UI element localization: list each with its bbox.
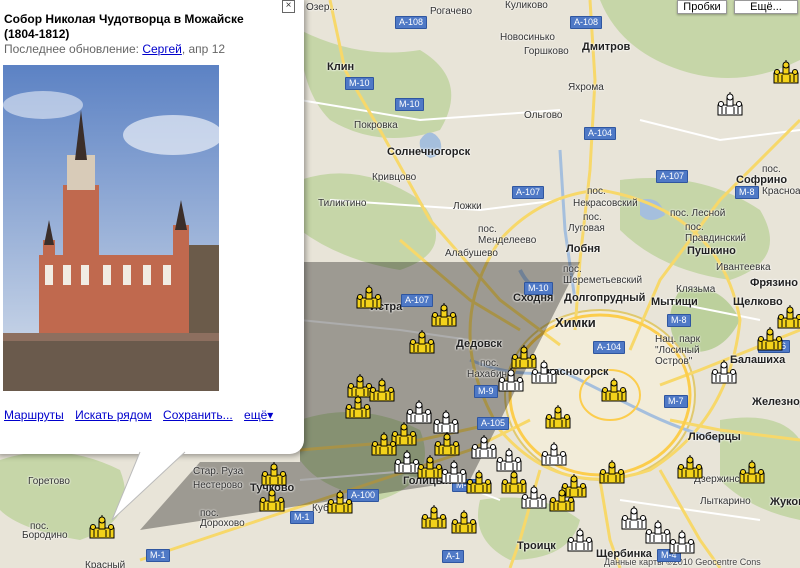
place-label: Балашиха <box>730 354 786 366</box>
place-label: Кривцово <box>372 172 417 183</box>
place-label: Нац. парк "Лосиный Остров" <box>655 334 700 367</box>
road-shield: A-104 <box>584 127 617 140</box>
place-label: Некрасовский <box>573 198 638 209</box>
place-label: Тиликтино <box>318 198 367 209</box>
place-label: Ложки <box>453 201 482 212</box>
place-label: Железнодор <box>752 396 800 408</box>
road-shield: M-8 <box>735 186 759 199</box>
place-label: Лобня <box>566 243 601 255</box>
road-shield: A-108 <box>570 16 603 29</box>
road-shield: M-1 <box>146 549 170 562</box>
more-layers-button[interactable]: Ещё... <box>734 0 798 14</box>
place-label: Новосинько <box>500 32 555 43</box>
place-label: Менделеево <box>478 235 537 246</box>
place-label: пос. <box>587 186 606 197</box>
place-label: Химки <box>555 315 596 330</box>
place-label: Куликово <box>505 0 548 11</box>
place-label: Дорохово <box>200 518 245 529</box>
place-label: Пушкино <box>687 245 736 257</box>
road-shield: M-10 <box>395 98 424 111</box>
place-label: Клин <box>327 61 355 73</box>
place-label: Жуковск <box>770 496 800 508</box>
place-label: Горшково <box>524 46 569 57</box>
place-label: Долгопрудный <box>564 292 646 304</box>
place-label: Лыткарино <box>700 496 751 507</box>
place-label: Люберцы <box>688 431 741 443</box>
place-label: пос. <box>685 222 704 233</box>
road-shield: M-9 <box>474 385 498 398</box>
place-label: Ивантеевка <box>716 262 771 273</box>
place-label: Озер... <box>306 2 338 13</box>
place-label: Дедовск <box>456 338 502 350</box>
place-label: пос. <box>478 224 497 235</box>
road-shield: A-1 <box>442 550 465 563</box>
road-shield: M-10 <box>524 282 553 295</box>
place-label: Правдинский <box>685 233 747 244</box>
road-shield: M-10 <box>345 77 374 90</box>
map-copyright: Данные карты ©2010 Geocentre Cons <box>604 557 761 567</box>
place-label: Красноар <box>762 186 800 197</box>
place-label: Рогачево <box>430 6 473 17</box>
road-shield: M-7 <box>664 395 688 408</box>
place-label: пос. <box>480 358 499 369</box>
road-shield: M-1 <box>290 511 314 524</box>
road-shield: A-108 <box>395 16 428 29</box>
place-label: Красный <box>85 560 126 568</box>
road-shield: A-105 <box>477 417 510 430</box>
place-label: Стар. Руза <box>193 466 244 477</box>
place-label: Луговая <box>568 223 605 234</box>
close-icon[interactable]: × <box>282 0 295 13</box>
road-shield: M-8 <box>667 314 691 327</box>
place-label: Бородино <box>22 530 68 541</box>
place-label: пос. <box>563 264 582 275</box>
place-label: Яхрома <box>568 82 604 93</box>
place-label: Нестерово <box>193 480 243 491</box>
place-label: Мытищи <box>651 296 698 308</box>
place-label: Алабушево <box>445 248 498 259</box>
place-label: Клязьма <box>676 284 716 295</box>
place-label: Солнечногорск <box>387 146 471 158</box>
place-label: Ольгово <box>524 110 563 121</box>
place-label: Троицк <box>517 540 556 552</box>
place-label: пос. <box>583 212 602 223</box>
place-label: Покровка <box>354 120 398 131</box>
place-label: пос. Лесной <box>670 208 726 219</box>
place-label: Софрино <box>736 174 788 186</box>
place-label: Шереметьевский <box>563 275 643 286</box>
road-shield: A-104 <box>593 341 626 354</box>
more-link[interactable]: ещё▾ <box>244 408 273 422</box>
road-shield: A-107 <box>656 170 689 183</box>
place-label: Дмитров <box>582 41 631 53</box>
road-shield: A-107 <box>512 186 545 199</box>
place-label: Фрязино <box>750 277 798 289</box>
road-shield: A-107 <box>401 294 434 307</box>
traffic-button[interactable]: Пробки <box>677 0 727 14</box>
info-window-tail <box>111 451 186 521</box>
